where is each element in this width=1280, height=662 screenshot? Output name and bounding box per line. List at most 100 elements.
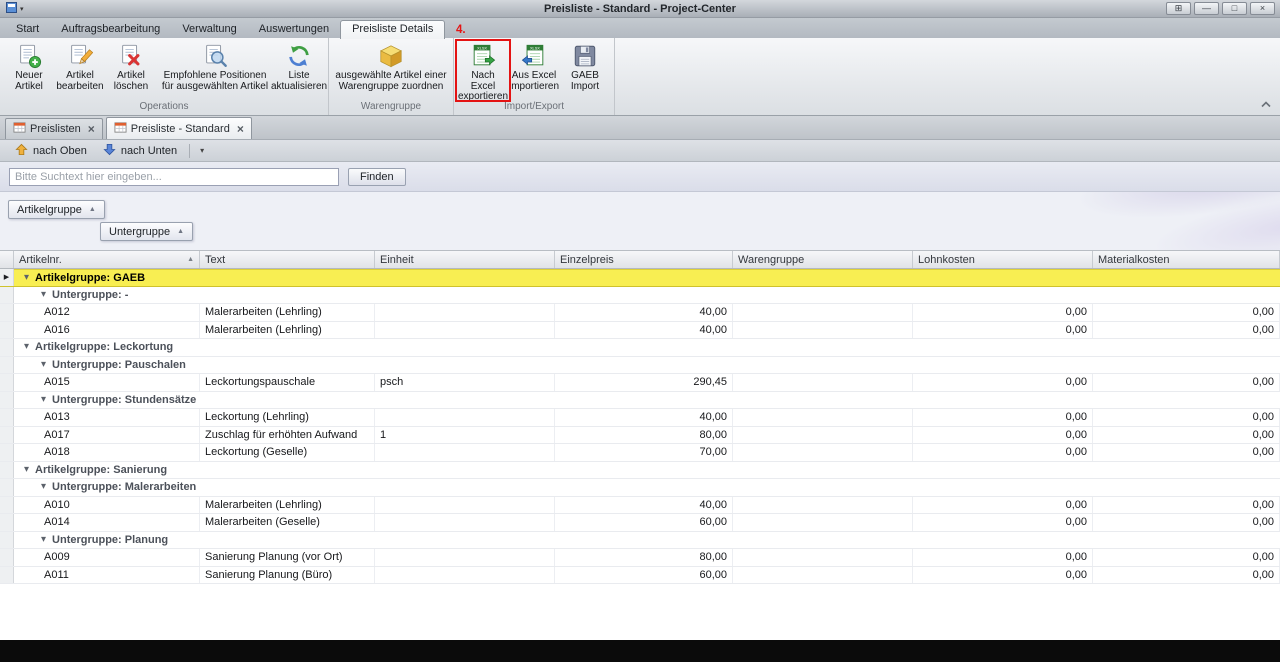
maximize-button[interactable]: □ [1222, 2, 1247, 15]
table-row[interactable]: A013Leckortung (Lehrling)40,000,000,00 [0, 409, 1280, 427]
close-button[interactable]: × [1250, 2, 1275, 15]
grid-empty-area [0, 584, 1280, 640]
ribbon-tab-auftragsbearbeitung[interactable]: Auftragsbearbeitung [50, 21, 171, 38]
column-header-warengruppe[interactable]: Warengruppe [733, 251, 913, 268]
column-header-einzelpreis[interactable]: Einzelpreis [555, 251, 733, 268]
collapse-ribbon-button[interactable] [1260, 95, 1272, 113]
button-label: Empfohlene Positionen für ausgewählten A… [157, 71, 273, 92]
column-header-einheit[interactable]: Einheit [375, 251, 555, 268]
doc-tab-preisliste-standard[interactable]: Preisliste - Standard × [106, 117, 252, 139]
warengruppe-zuordnen-button[interactable]: ausgewählte Artikel einer Warengruppe zu… [333, 40, 449, 100]
ribbon-tab-auswertungen[interactable]: Auswertungen [248, 21, 340, 38]
cell [733, 374, 913, 391]
subgroup-row[interactable]: ▾Untergruppe: - [0, 287, 1280, 305]
subgroup-row[interactable]: ▾Untergruppe: Planung [0, 532, 1280, 550]
nach-unten-button[interactable]: nach Unten [96, 141, 184, 161]
document-tab-bar: Preislisten × Preisliste - Standard × [0, 116, 1280, 140]
collapse-group-icon[interactable]: ▾ [24, 273, 29, 283]
group-row-label-cell: ▾Artikelgruppe: GAEB [14, 269, 1280, 286]
collapse-group-icon[interactable]: ▾ [24, 342, 29, 352]
collapse-group-icon[interactable]: ▾ [41, 290, 46, 300]
table-row[interactable]: A009Sanierung Planung (vor Ort)80,000,00… [0, 549, 1280, 567]
search-input[interactable] [9, 168, 339, 186]
subgroup-row[interactable]: ▾Untergruppe: Malerarbeiten [0, 479, 1280, 497]
ribbon-tab-verwaltung[interactable]: Verwaltung [171, 21, 247, 38]
nach-excel-exportieren-button[interactable]: 4. XLSX Nach Excel exportieren [458, 40, 508, 100]
collapse-group-icon[interactable]: ▾ [41, 395, 46, 405]
toolbar-button-label: nach Oben [33, 145, 87, 157]
quick-access-toolbar[interactable]: ▾ [0, 0, 24, 18]
close-tab-icon[interactable]: × [88, 124, 95, 134]
application-window: ▾ Preisliste - Standard - Project-Center… [0, 0, 1280, 662]
group-row-label-cell: ▾Untergruppe: Planung [14, 532, 1280, 549]
title-bar: ▾ Preisliste - Standard - Project-Center… [0, 0, 1280, 18]
column-header-text[interactable]: Text [200, 251, 375, 268]
cell [375, 409, 555, 426]
toolbar-overflow-button[interactable]: ▾ [195, 146, 209, 155]
cell [733, 304, 913, 321]
cell: A016 [14, 322, 200, 339]
table-row[interactable]: A016Malerarbeiten (Lehrling)40,000,000,0… [0, 322, 1280, 340]
collapse-group-icon[interactable]: ▾ [41, 360, 46, 370]
group-by-artikelgruppe-chip[interactable]: Artikelgruppe ▲ [8, 200, 105, 219]
subgroup-row[interactable]: ▾ Untergruppe: Stundensätze [0, 392, 1280, 410]
cell: 0,00 [1093, 322, 1280, 339]
row-indicator [0, 549, 14, 566]
table-row[interactable]: A010Malerarbeiten (Lehrling)40,000,000,0… [0, 497, 1280, 515]
group-by-untergruppe-chip[interactable]: Untergruppe ▲ [100, 222, 193, 241]
window-style-button[interactable]: ⊞ [1166, 2, 1191, 15]
minimize-button[interactable]: — [1194, 2, 1219, 15]
liste-aktualisieren-button[interactable]: Liste aktualisieren [274, 40, 324, 100]
group-row-label: Artikelgruppe: Leckortung [35, 341, 173, 353]
pricelist-grid: Artikelnr.▲ Text EinheitEinzelpreisWarengr… [0, 250, 1280, 584]
column-header-materialkosten[interactable]: Materialkosten [1093, 251, 1280, 268]
table-row[interactable]: A012Malerarbeiten (Lehrling)40,000,000,0… [0, 304, 1280, 322]
collapse-group-icon[interactable]: ▾ [41, 482, 46, 492]
artikel-loeschen-button[interactable]: Artikel löschen [106, 40, 156, 100]
column-header-lohnkosten[interactable]: Lohnkosten [913, 251, 1093, 268]
subgroup-row[interactable]: ▾Untergruppe: Pauschalen [0, 357, 1280, 375]
cell: A010 [14, 497, 200, 514]
nach-oben-button[interactable]: nach Oben [8, 141, 94, 161]
collapse-group-icon[interactable]: ▾ [24, 465, 29, 475]
column-header-artikelnr[interactable]: Artikelnr.▲ [14, 251, 200, 268]
table-row[interactable]: A017Zuschlag für erhöhten Aufwand180,000… [0, 427, 1280, 445]
row-indicator [0, 427, 14, 444]
column-header-label: Text [205, 254, 225, 266]
find-button[interactable]: Finden [348, 168, 406, 186]
doc-tab-label: Preislisten [30, 123, 81, 135]
cell: psch [375, 374, 555, 391]
group-row[interactable]: ▶▾Artikelgruppe: GAEB [0, 269, 1280, 287]
empfohlene-positionen-button[interactable]: Empfohlene Positionen für ausgewählten A… [157, 40, 273, 100]
cell: Malerarbeiten (Lehrling) [200, 497, 375, 514]
ribbon-tab-start[interactable]: Start [5, 21, 50, 38]
cell: A012 [14, 304, 200, 321]
table-row[interactable]: A015Leckortungspauschalepsch290,450,000,… [0, 374, 1280, 392]
gaeb-import-button[interactable]: GAEB Import [560, 40, 610, 100]
aus-excel-importieren-button[interactable]: XLSX Aus Excel importieren [509, 40, 559, 100]
cell: 1 [375, 427, 555, 444]
cell: 290,45 [555, 374, 733, 391]
neuer-artikel-button[interactable]: Neuer Artikel [4, 40, 54, 100]
chevron-down-icon[interactable]: ▾ [20, 5, 24, 13]
ribbon-tab-preisliste-details[interactable]: Preisliste Details [340, 20, 445, 39]
group-row[interactable]: ▾Artikelgruppe: Sanierung [0, 462, 1280, 480]
table-row[interactable]: A018Leckortung (Geselle)70,000,000,00 [0, 444, 1280, 462]
cell: 0,00 [913, 549, 1093, 566]
cell [375, 549, 555, 566]
cell: Leckortungspauschale [200, 374, 375, 391]
group-row[interactable]: ▾ Artikelgruppe: Leckortung [0, 339, 1280, 357]
artikel-bearbeiten-button[interactable]: Artikel bearbeiten [55, 40, 105, 100]
table-row[interactable]: A011Sanierung Planung (Büro)60,000,000,0… [0, 567, 1280, 585]
close-tab-icon[interactable]: × [237, 124, 244, 134]
doc-tab-preislisten[interactable]: Preislisten × [5, 118, 103, 139]
group-row-label: Untergruppe: Stundensätze [52, 394, 196, 406]
collapse-group-icon[interactable]: ▾ [41, 535, 46, 545]
group-by-panel: Artikelgruppe ▲ Untergruppe ▲ [0, 192, 1280, 250]
cell [375, 322, 555, 339]
cell: Leckortung (Lehrling) [200, 409, 375, 426]
row-indicator [0, 287, 14, 304]
sort-ascending-icon: ▲ [89, 206, 96, 213]
table-row[interactable]: A014Malerarbeiten (Geselle)60,000,000,00 [0, 514, 1280, 532]
cell: 0,00 [1093, 497, 1280, 514]
